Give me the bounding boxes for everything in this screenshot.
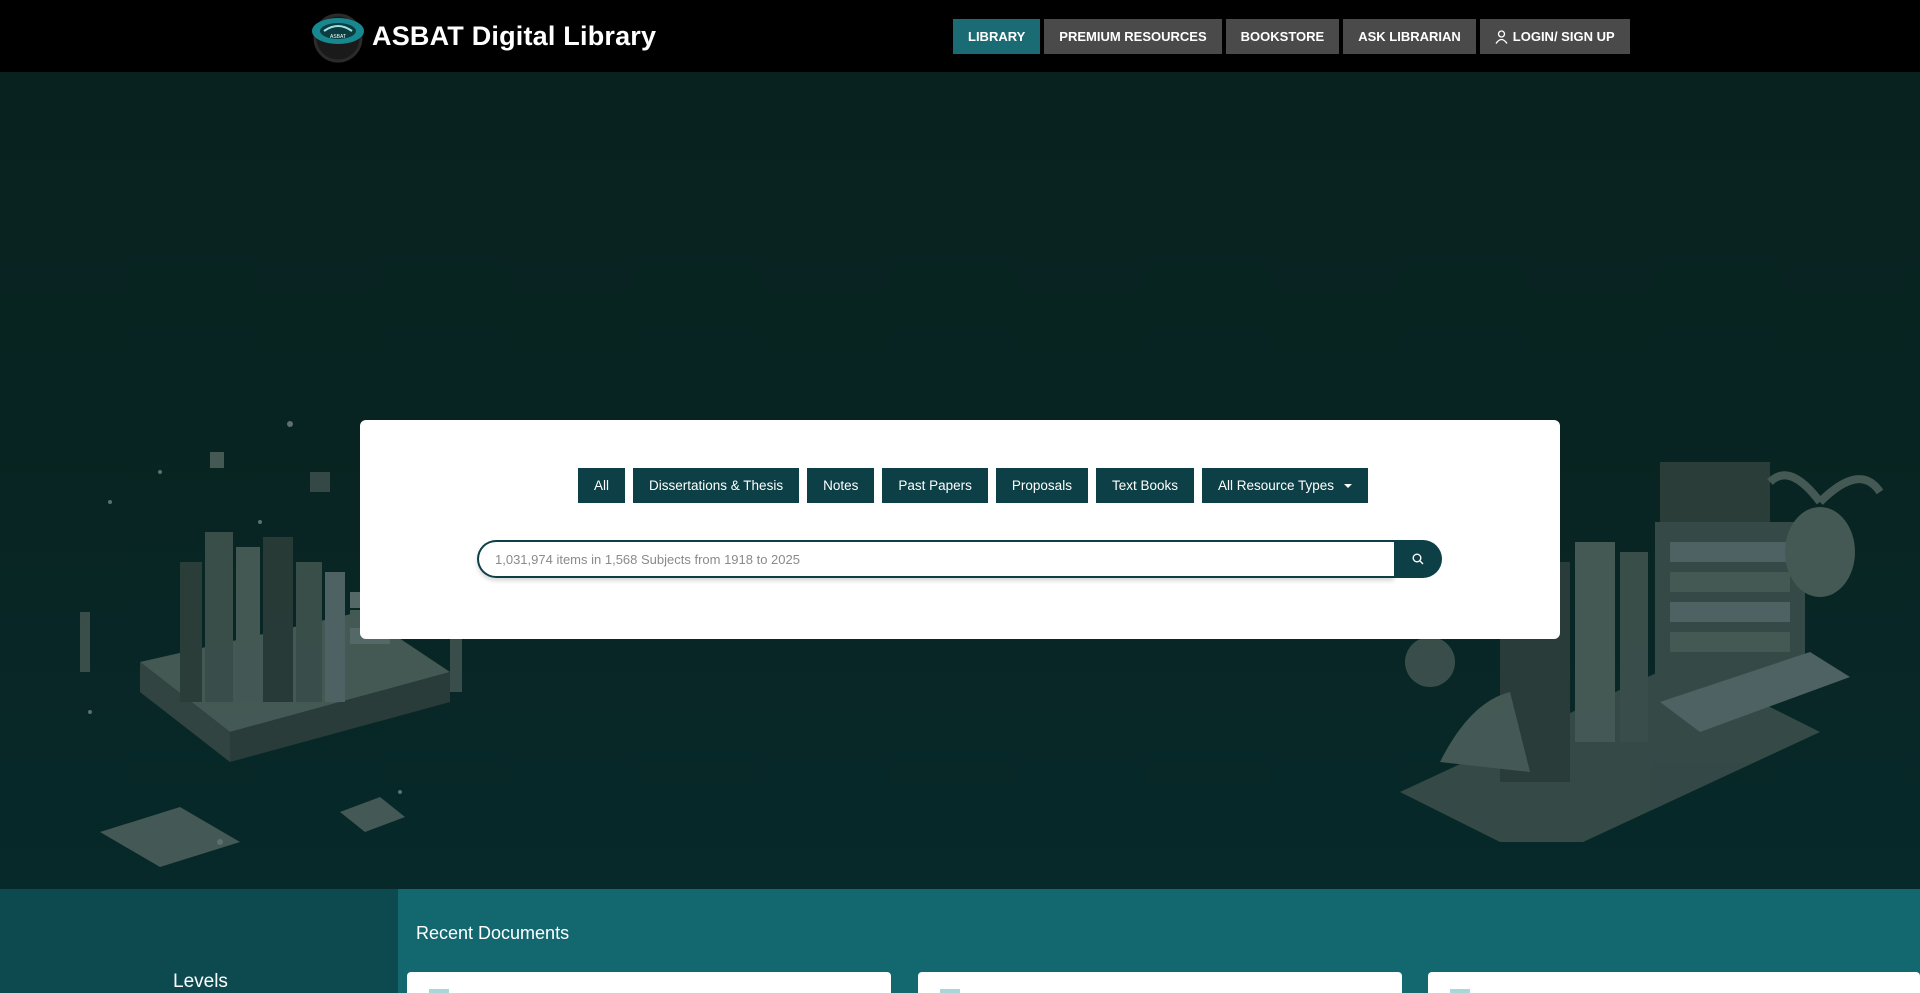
hero-section: All Dissertations & Thesis Notes Past Pa…	[0, 72, 1920, 889]
search-bar	[477, 540, 1442, 578]
filter-notes[interactable]: Notes	[807, 468, 875, 503]
user-icon	[1495, 29, 1508, 44]
document-card[interactable]	[407, 972, 891, 993]
top-navbar: ASBAT ASBAT Digital Library LIBRARY PREM…	[0, 0, 1920, 72]
svg-text:ASBAT: ASBAT	[330, 34, 346, 40]
search-input[interactable]	[477, 540, 1394, 578]
nav-bookstore[interactable]: BOOKSTORE	[1225, 19, 1340, 54]
document-thumbnail	[940, 989, 960, 993]
resource-filter-tabs: All Dissertations & Thesis Notes Past Pa…	[578, 468, 1369, 503]
filter-past-papers[interactable]: Past Papers	[882, 468, 988, 503]
document-thumbnail	[429, 989, 449, 993]
document-card[interactable]	[1428, 972, 1920, 993]
nav-premium-resources[interactable]: PREMIUM RESOURCES	[1044, 19, 1222, 54]
caret-down-icon	[1344, 483, 1353, 488]
search-button[interactable]	[1394, 540, 1442, 578]
filter-text-books[interactable]: Text Books	[1095, 468, 1194, 503]
logo: ASBAT	[310, 9, 366, 63]
document-card[interactable]	[918, 972, 1402, 993]
search-card: All Dissertations & Thesis Notes Past Pa…	[360, 420, 1560, 639]
main-nav: LIBRARY PREMIUM RESOURCES BOOKSTORE ASK …	[953, 19, 1630, 54]
document-thumbnail	[1450, 989, 1470, 993]
filter-dissertations-thesis[interactable]: Dissertations & Thesis	[633, 468, 800, 503]
nav-ask-librarian[interactable]: ASK LIBRARIAN	[1343, 19, 1476, 54]
nav-login-signup[interactable]: LOGIN/ SIGN UP	[1479, 19, 1630, 54]
recent-documents-title: Recent Documents	[416, 923, 570, 943]
brand-title: ASBAT Digital Library	[372, 20, 657, 51]
levels-panel: Levels	[0, 889, 398, 993]
brand[interactable]: ASBAT ASBAT Digital Library	[310, 9, 656, 63]
search-icon	[1412, 553, 1424, 565]
nav-library[interactable]: LIBRARY	[953, 19, 1041, 54]
levels-title: Levels	[173, 971, 228, 992]
resource-types-dropdown[interactable]: All Resource Types	[1201, 468, 1369, 503]
filter-proposals[interactable]: Proposals	[995, 468, 1088, 503]
content-section: Levels Recent Documents	[0, 889, 1920, 993]
filter-all[interactable]: All	[578, 468, 626, 503]
